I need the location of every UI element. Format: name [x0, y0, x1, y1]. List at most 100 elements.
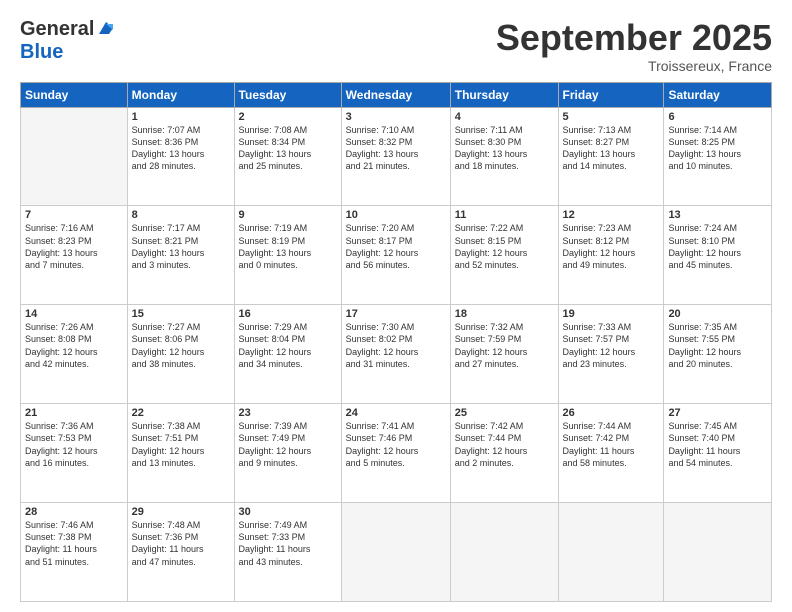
logo-blue-text: Blue: [20, 41, 63, 64]
calendar-cell: 6Sunrise: 7:14 AM Sunset: 8:25 PM Daylig…: [664, 107, 772, 206]
calendar-cell: 2Sunrise: 7:08 AM Sunset: 8:34 PM Daylig…: [234, 107, 341, 206]
day-info: Sunrise: 7:07 AM Sunset: 8:36 PM Dayligh…: [132, 124, 230, 173]
day-info: Sunrise: 7:30 AM Sunset: 8:02 PM Dayligh…: [346, 321, 446, 370]
calendar-cell: [450, 503, 558, 602]
day-number: 21: [25, 407, 123, 419]
day-info: Sunrise: 7:14 AM Sunset: 8:25 PM Dayligh…: [668, 124, 767, 173]
day-number: 10: [346, 209, 446, 221]
day-number: 1: [132, 111, 230, 123]
day-info: Sunrise: 7:24 AM Sunset: 8:10 PM Dayligh…: [668, 222, 767, 271]
calendar-cell: 25Sunrise: 7:42 AM Sunset: 7:44 PM Dayli…: [450, 404, 558, 503]
calendar-cell: 9Sunrise: 7:19 AM Sunset: 8:19 PM Daylig…: [234, 206, 341, 305]
weekday-header: Tuesday: [234, 82, 341, 107]
day-number: 30: [239, 506, 337, 518]
calendar-week-row: 14Sunrise: 7:26 AM Sunset: 8:08 PM Dayli…: [21, 305, 772, 404]
month-title: September 2025: [496, 18, 772, 58]
weekday-header: Sunday: [21, 82, 128, 107]
calendar-cell: [21, 107, 128, 206]
title-block: September 2025 Troissereux, France: [496, 18, 772, 74]
day-info: Sunrise: 7:49 AM Sunset: 7:33 PM Dayligh…: [239, 519, 337, 568]
day-number: 27: [668, 407, 767, 419]
day-number: 26: [563, 407, 660, 419]
page: General Blue September 2025 Troissereux,…: [0, 0, 792, 612]
calendar-cell: 12Sunrise: 7:23 AM Sunset: 8:12 PM Dayli…: [558, 206, 664, 305]
day-info: Sunrise: 7:17 AM Sunset: 8:21 PM Dayligh…: [132, 222, 230, 271]
day-number: 14: [25, 308, 123, 320]
day-info: Sunrise: 7:39 AM Sunset: 7:49 PM Dayligh…: [239, 420, 337, 469]
calendar-cell: 7Sunrise: 7:16 AM Sunset: 8:23 PM Daylig…: [21, 206, 128, 305]
day-info: Sunrise: 7:10 AM Sunset: 8:32 PM Dayligh…: [346, 124, 446, 173]
day-number: 29: [132, 506, 230, 518]
day-info: Sunrise: 7:44 AM Sunset: 7:42 PM Dayligh…: [563, 420, 660, 469]
calendar-cell: 22Sunrise: 7:38 AM Sunset: 7:51 PM Dayli…: [127, 404, 234, 503]
calendar-cell: 19Sunrise: 7:33 AM Sunset: 7:57 PM Dayli…: [558, 305, 664, 404]
calendar-cell: 14Sunrise: 7:26 AM Sunset: 8:08 PM Dayli…: [21, 305, 128, 404]
day-number: 20: [668, 308, 767, 320]
calendar-cell: 28Sunrise: 7:46 AM Sunset: 7:38 PM Dayli…: [21, 503, 128, 602]
calendar-cell: 23Sunrise: 7:39 AM Sunset: 7:49 PM Dayli…: [234, 404, 341, 503]
calendar-cell: 1Sunrise: 7:07 AM Sunset: 8:36 PM Daylig…: [127, 107, 234, 206]
calendar-cell: 21Sunrise: 7:36 AM Sunset: 7:53 PM Dayli…: [21, 404, 128, 503]
day-info: Sunrise: 7:23 AM Sunset: 8:12 PM Dayligh…: [563, 222, 660, 271]
location: Troissereux, France: [496, 58, 772, 74]
day-info: Sunrise: 7:29 AM Sunset: 8:04 PM Dayligh…: [239, 321, 337, 370]
day-info: Sunrise: 7:48 AM Sunset: 7:36 PM Dayligh…: [132, 519, 230, 568]
logo: General Blue: [20, 18, 115, 64]
day-number: 8: [132, 209, 230, 221]
day-info: Sunrise: 7:32 AM Sunset: 7:59 PM Dayligh…: [455, 321, 554, 370]
day-number: 9: [239, 209, 337, 221]
calendar-table: SundayMondayTuesdayWednesdayThursdayFrid…: [20, 82, 772, 602]
day-number: 2: [239, 111, 337, 123]
calendar-cell: 30Sunrise: 7:49 AM Sunset: 7:33 PM Dayli…: [234, 503, 341, 602]
day-info: Sunrise: 7:27 AM Sunset: 8:06 PM Dayligh…: [132, 321, 230, 370]
calendar-cell: [558, 503, 664, 602]
day-number: 22: [132, 407, 230, 419]
logo-icon: [97, 20, 115, 38]
day-number: 18: [455, 308, 554, 320]
day-number: 3: [346, 111, 446, 123]
calendar-cell: 16Sunrise: 7:29 AM Sunset: 8:04 PM Dayli…: [234, 305, 341, 404]
calendar-cell: 15Sunrise: 7:27 AM Sunset: 8:06 PM Dayli…: [127, 305, 234, 404]
day-number: 13: [668, 209, 767, 221]
day-number: 24: [346, 407, 446, 419]
header: General Blue September 2025 Troissereux,…: [20, 18, 772, 74]
weekday-header: Saturday: [664, 82, 772, 107]
day-number: 11: [455, 209, 554, 221]
day-info: Sunrise: 7:08 AM Sunset: 8:34 PM Dayligh…: [239, 124, 337, 173]
calendar-body: 1Sunrise: 7:07 AM Sunset: 8:36 PM Daylig…: [21, 107, 772, 601]
day-number: 12: [563, 209, 660, 221]
day-info: Sunrise: 7:19 AM Sunset: 8:19 PM Dayligh…: [239, 222, 337, 271]
day-info: Sunrise: 7:41 AM Sunset: 7:46 PM Dayligh…: [346, 420, 446, 469]
day-info: Sunrise: 7:13 AM Sunset: 8:27 PM Dayligh…: [563, 124, 660, 173]
weekday-header: Wednesday: [341, 82, 450, 107]
calendar-cell: 24Sunrise: 7:41 AM Sunset: 7:46 PM Dayli…: [341, 404, 450, 503]
calendar-cell: 3Sunrise: 7:10 AM Sunset: 8:32 PM Daylig…: [341, 107, 450, 206]
calendar-cell: 26Sunrise: 7:44 AM Sunset: 7:42 PM Dayli…: [558, 404, 664, 503]
day-info: Sunrise: 7:22 AM Sunset: 8:15 PM Dayligh…: [455, 222, 554, 271]
day-info: Sunrise: 7:33 AM Sunset: 7:57 PM Dayligh…: [563, 321, 660, 370]
calendar-cell: 4Sunrise: 7:11 AM Sunset: 8:30 PM Daylig…: [450, 107, 558, 206]
day-number: 6: [668, 111, 767, 123]
day-info: Sunrise: 7:20 AM Sunset: 8:17 PM Dayligh…: [346, 222, 446, 271]
day-number: 23: [239, 407, 337, 419]
day-number: 19: [563, 308, 660, 320]
day-number: 7: [25, 209, 123, 221]
calendar-cell: [341, 503, 450, 602]
calendar-cell: 10Sunrise: 7:20 AM Sunset: 8:17 PM Dayli…: [341, 206, 450, 305]
day-info: Sunrise: 7:35 AM Sunset: 7:55 PM Dayligh…: [668, 321, 767, 370]
day-number: 16: [239, 308, 337, 320]
day-number: 5: [563, 111, 660, 123]
calendar-cell: 13Sunrise: 7:24 AM Sunset: 8:10 PM Dayli…: [664, 206, 772, 305]
logo-general-text: General: [20, 18, 94, 41]
day-info: Sunrise: 7:46 AM Sunset: 7:38 PM Dayligh…: [25, 519, 123, 568]
day-info: Sunrise: 7:11 AM Sunset: 8:30 PM Dayligh…: [455, 124, 554, 173]
weekday-header: Thursday: [450, 82, 558, 107]
day-number: 25: [455, 407, 554, 419]
day-info: Sunrise: 7:38 AM Sunset: 7:51 PM Dayligh…: [132, 420, 230, 469]
day-number: 28: [25, 506, 123, 518]
day-info: Sunrise: 7:26 AM Sunset: 8:08 PM Dayligh…: [25, 321, 123, 370]
calendar-cell: 29Sunrise: 7:48 AM Sunset: 7:36 PM Dayli…: [127, 503, 234, 602]
day-number: 17: [346, 308, 446, 320]
day-info: Sunrise: 7:45 AM Sunset: 7:40 PM Dayligh…: [668, 420, 767, 469]
day-info: Sunrise: 7:42 AM Sunset: 7:44 PM Dayligh…: [455, 420, 554, 469]
